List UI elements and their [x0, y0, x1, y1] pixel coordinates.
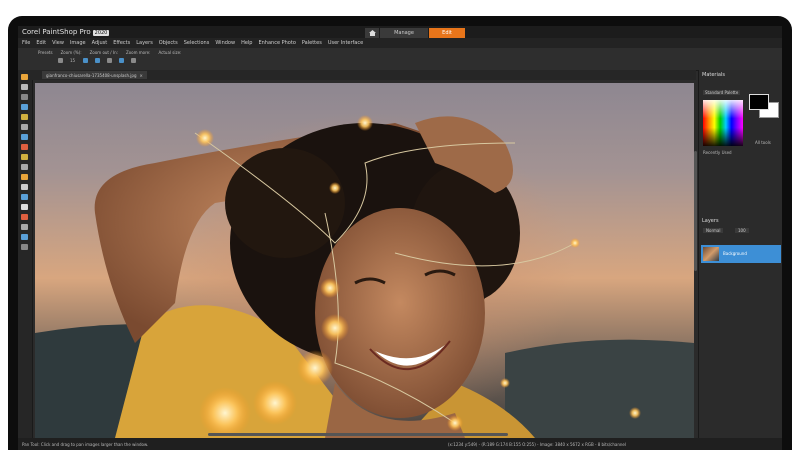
actual-size-icon[interactable] — [119, 58, 125, 63]
straighten-tool-icon[interactable] — [21, 134, 28, 140]
presets-label: Presets — [38, 50, 53, 55]
zoom-value-field[interactable]: 15 — [70, 58, 75, 63]
pick-tool-icon[interactable] — [21, 84, 28, 90]
image-canvas[interactable] — [35, 83, 694, 438]
menu-image[interactable]: Image — [70, 40, 86, 46]
makeover-tool-icon[interactable] — [21, 154, 28, 160]
foreground-color-swatch[interactable] — [749, 94, 769, 110]
document-tab[interactable]: gianfranco-chiusarella-1735408-unsplash.… — [42, 71, 147, 79]
clone-brush-icon[interactable] — [21, 164, 28, 170]
title-bar: Corel PaintShop Pro 2020 Manage Edit — [18, 26, 782, 38]
layer-thumbnail — [703, 247, 719, 261]
tool-option-controls: 15 — [58, 58, 143, 63]
close-icon[interactable]: × — [139, 73, 142, 78]
menu-selections[interactable]: Selections — [184, 40, 210, 46]
right-palettes: Materials Standard Palette Recently Used… — [698, 70, 782, 450]
more-tools-icon[interactable] — [21, 244, 28, 250]
tool-options-bar: Presets Zoom (%): Zoom out / In: Zoom mo… — [18, 48, 782, 71]
horizontal-scrollbar[interactable] — [208, 433, 508, 436]
zoom-more-icon[interactable] — [107, 58, 113, 63]
app-window: Corel PaintShop Pro 2020 Manage Edit File… — [18, 26, 782, 450]
opacity-field[interactable]: 100 — [735, 228, 749, 233]
tab-edit[interactable]: Edit — [429, 28, 465, 38]
layer-row-background[interactable]: Background — [701, 245, 781, 263]
menu-layers[interactable]: Layers — [136, 40, 153, 46]
warp-brush-icon[interactable] — [21, 234, 28, 240]
zoom-percent-label: Zoom (%): — [60, 50, 82, 55]
dropper-tool-icon[interactable] — [21, 114, 28, 120]
workspace-tabs: Manage Edit — [365, 28, 465, 38]
version-badge: 2020 — [92, 30, 110, 36]
tools-toolbar — [18, 70, 33, 438]
selection-tool-icon[interactable] — [21, 94, 28, 100]
menu-user-interface[interactable]: User Interface — [328, 40, 363, 46]
text-tool-icon[interactable] — [21, 204, 28, 210]
materials-title: Materials — [702, 72, 725, 78]
status-bar: Pan Tool: Click and drag to pan images l… — [18, 438, 782, 450]
layers-title: Layers — [702, 218, 719, 224]
recently-used-label: Recently Used — [703, 150, 732, 155]
all-tools-label: All tools — [755, 140, 771, 145]
menu-effects[interactable]: Effects — [113, 40, 130, 46]
menu-bar: File Edit View Image Adjust Effects Laye… — [18, 38, 782, 48]
eraser-tool-icon[interactable] — [21, 184, 28, 190]
document-tab-title: gianfranco-chiusarella-1735408-unsplash.… — [46, 72, 137, 78]
paint-brush-icon[interactable] — [21, 174, 28, 180]
menu-view[interactable]: View — [52, 40, 64, 46]
vertical-scrollbar[interactable] — [694, 151, 697, 271]
menu-help[interactable]: Help — [241, 40, 252, 46]
menu-palettes[interactable]: Palettes — [302, 40, 322, 46]
tool-option-labels: Presets Zoom (%): Zoom out / In: Zoom mo… — [38, 50, 189, 55]
zoom-out-in-label: Zoom out / In: — [89, 50, 118, 55]
color-swatch-shade — [703, 100, 743, 146]
zoom-in-icon[interactable] — [95, 58, 101, 63]
red-eye-tool-icon[interactable] — [21, 144, 28, 150]
zoom-out-icon[interactable] — [83, 58, 89, 63]
zoom-more-label: Zoom more: — [125, 50, 151, 55]
menu-file[interactable]: File — [22, 40, 30, 46]
home-icon — [368, 30, 376, 36]
status-image-info: (x:1234 y:549) - (R:189 G:174 B:155 O:25… — [448, 442, 626, 447]
menu-enhance-photo[interactable]: Enhance Photo — [258, 40, 295, 46]
shape-tool-icon[interactable] — [21, 214, 28, 220]
status-hint: Pan Tool: Click and drag to pan images l… — [22, 442, 149, 447]
freehand-selection-icon[interactable] — [21, 104, 28, 110]
pan-tool-icon[interactable] — [21, 74, 28, 80]
menu-adjust[interactable]: Adjust — [92, 40, 108, 46]
menu-objects[interactable]: Objects — [159, 40, 178, 46]
tab-manage[interactable]: Manage — [380, 28, 428, 38]
presets-dropdown-icon[interactable] — [58, 58, 63, 63]
home-tab[interactable] — [365, 28, 379, 38]
layer-name: Background — [723, 251, 747, 256]
pen-tool-icon[interactable] — [21, 224, 28, 230]
app-name: Corel PaintShop Pro — [22, 28, 91, 36]
menu-window[interactable]: Window — [215, 40, 235, 46]
menu-edit[interactable]: Edit — [36, 40, 46, 46]
flood-fill-icon[interactable] — [21, 194, 28, 200]
app-title: Corel PaintShop Pro 2020 — [22, 28, 110, 37]
portrait-photo — [35, 115, 694, 438]
blend-mode-dropdown[interactable]: Normal — [703, 228, 724, 233]
crop-tool-icon[interactable] — [21, 124, 28, 130]
document-tab-strip: gianfranco-chiusarella-1735408-unsplash.… — [32, 70, 696, 80]
fit-window-icon[interactable] — [131, 58, 137, 63]
actual-size-label: Actual size: — [158, 50, 182, 55]
materials-palette-dropdown[interactable]: Standard Palette — [703, 90, 741, 95]
